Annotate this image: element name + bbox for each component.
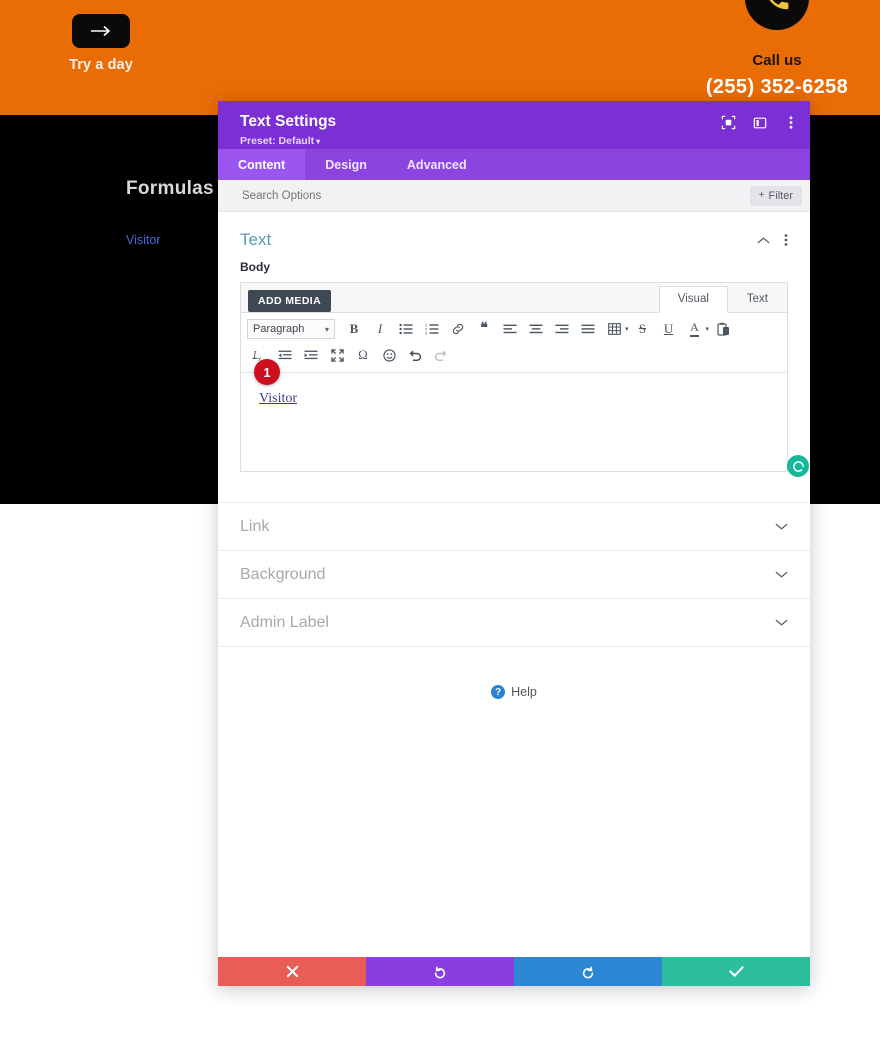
add-media-button[interactable]: ADD MEDIA — [248, 290, 332, 312]
chevron-up-icon[interactable] — [757, 236, 770, 245]
bold-icon[interactable]: B — [342, 318, 366, 340]
accordion-background-label: Background — [240, 565, 326, 583]
redo-arrow-icon — [582, 966, 594, 978]
redo-button[interactable] — [514, 957, 662, 986]
accordion-admin-label[interactable]: Admin Label — [218, 598, 810, 647]
indent-icon[interactable] — [299, 344, 323, 366]
help-icon: ? — [491, 685, 506, 699]
accordion-link-label: Link — [240, 517, 270, 535]
tab-design[interactable]: Design — [305, 149, 387, 180]
tab-visual[interactable]: Visual — [658, 286, 728, 313]
cancel-button[interactable] — [218, 957, 366, 986]
help-label: Help — [511, 685, 537, 699]
body-field-label: Body — [240, 260, 270, 274]
loading-spinner-icon — [787, 455, 809, 477]
accordion-background[interactable]: Background — [218, 550, 810, 598]
section-actions — [757, 233, 788, 247]
table-icon[interactable] — [602, 318, 626, 340]
modal-body: Text Body ADD MEDIA Visual Text Paragrap… — [218, 212, 810, 957]
align-left-icon[interactable] — [498, 318, 522, 340]
special-character-icon[interactable]: Ω — [351, 344, 375, 366]
phone-icon[interactable] — [745, 0, 809, 30]
link-icon[interactable] — [446, 318, 470, 340]
chevron-down-icon: ▾ — [324, 324, 329, 334]
align-justify-icon[interactable] — [576, 318, 600, 340]
svg-text:I: I — [252, 350, 257, 361]
filter-label: Filter — [768, 189, 793, 202]
accordion-admin-label-label: Admin Label — [240, 613, 329, 631]
search-input[interactable] — [240, 188, 750, 203]
focus-target-icon[interactable] — [721, 115, 736, 130]
page-title: Formulas — [126, 178, 214, 199]
modal-tab-bar: Content Design Advanced — [218, 149, 810, 180]
strikethrough-icon[interactable]: S — [631, 318, 655, 340]
toolbar-row-1: Paragraph ▾ B I 1 2 3 ❝ ▾ S U A ▾ — [247, 316, 781, 342]
tab-content[interactable]: Content — [218, 149, 306, 180]
chevron-down-icon[interactable] — [775, 518, 788, 536]
preset-label: Preset: Default — [240, 135, 315, 148]
toolbar-row-2: I x Ω — [247, 342, 781, 368]
plus-icon: + — [758, 190, 765, 201]
save-button[interactable] — [662, 957, 810, 986]
modal-header: Text Settings Preset: Default ▾ — [218, 101, 810, 149]
modal-footer — [218, 957, 810, 986]
arrow-right-icon[interactable] — [72, 14, 130, 48]
fullscreen-icon[interactable] — [325, 344, 349, 366]
kebab-menu-icon[interactable] — [784, 233, 788, 247]
section-title: Text — [240, 230, 272, 249]
chevron-down-icon[interactable] — [775, 614, 788, 632]
options-accordion: Link Background Admin Label — [218, 502, 810, 647]
tab-text[interactable]: Text — [728, 286, 787, 313]
close-icon — [286, 965, 298, 978]
format-select-value: Paragraph — [253, 323, 305, 335]
chevron-down-icon[interactable] — [775, 566, 788, 584]
blockquote-icon[interactable]: ❝ — [472, 318, 496, 340]
align-center-icon[interactable] — [524, 318, 548, 340]
preset-selector[interactable]: Preset: Default ▾ — [240, 135, 796, 147]
panel-layout-icon[interactable] — [752, 115, 767, 130]
text-settings-modal: Text Settings Preset: Default ▾ Content … — [218, 101, 810, 986]
italic-icon[interactable]: I — [368, 318, 392, 340]
bulleted-list-icon[interactable] — [394, 318, 418, 340]
accordion-link[interactable]: Link — [218, 502, 810, 550]
text-color-icon[interactable]: A — [683, 318, 707, 340]
editor-topbar: ADD MEDIA Visual Text — [241, 283, 787, 313]
numbered-list-icon[interactable]: 1 2 3 — [420, 318, 444, 340]
editor-content-text[interactable]: Visitor — [259, 391, 297, 406]
search-options-row: + Filter — [218, 180, 810, 212]
chevron-down-icon[interactable]: ▾ — [706, 325, 710, 333]
check-icon — [728, 966, 744, 977]
emoji-icon[interactable] — [377, 344, 401, 366]
kebab-menu-icon[interactable] — [783, 115, 798, 130]
undo-arrow-icon — [434, 966, 446, 978]
phone-number[interactable]: (255) 352-6258 — [682, 76, 872, 99]
chevron-down-icon: ▾ — [316, 137, 321, 147]
try-a-day-cta[interactable]: Try a day — [55, 14, 147, 73]
visitor-link[interactable]: Visitor — [126, 233, 161, 247]
paste-icon[interactable] — [711, 318, 735, 340]
editor-toolbar: Paragraph ▾ B I 1 2 3 ❝ ▾ S U A ▾ I x Ω — [241, 313, 787, 373]
step-badge: 1 — [254, 359, 280, 385]
redo-icon[interactable] — [429, 344, 453, 366]
undo-icon[interactable] — [403, 344, 427, 366]
body-editor: ADD MEDIA Visual Text Paragraph ▾ B I 1 … — [240, 282, 809, 477]
align-right-icon[interactable] — [550, 318, 574, 340]
undo-button[interactable] — [366, 957, 514, 986]
try-a-day-label: Try a day — [69, 57, 133, 73]
call-us-block[interactable]: Call us (255) 352-6258 — [682, 0, 872, 99]
tab-advanced[interactable]: Advanced — [387, 149, 487, 180]
chevron-down-icon[interactable]: ▾ — [625, 325, 629, 333]
svg-text:3: 3 — [425, 330, 428, 335]
editor-content-area[interactable]: 1 Visitor — [241, 359, 809, 477]
modal-title: Text Settings — [240, 113, 337, 130]
text-section-header: Text — [218, 212, 810, 258]
editor-mode-tabs: Visual Text — [658, 286, 787, 313]
underline-icon[interactable]: U — [657, 318, 681, 340]
modal-header-actions — [721, 115, 798, 130]
call-us-label: Call us — [752, 52, 802, 69]
help-link[interactable]: ? Help — [218, 685, 810, 699]
format-select[interactable]: Paragraph ▾ — [247, 319, 335, 339]
filter-button[interactable]: + Filter — [749, 185, 802, 206]
